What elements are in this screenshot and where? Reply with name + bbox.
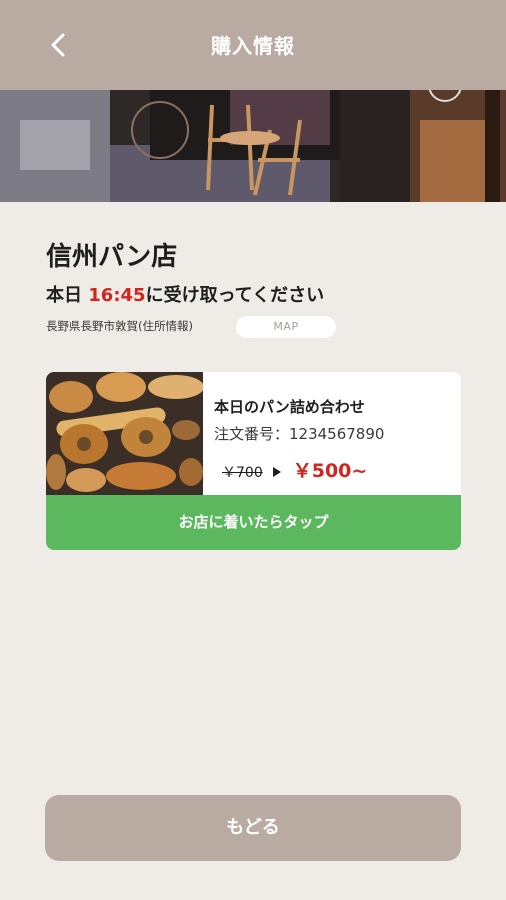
shop-name: 信州パン店 xyxy=(46,242,178,272)
shop-photo xyxy=(0,90,506,202)
pickup-time-text: 本日 16:45に受け取ってください xyxy=(46,281,324,307)
page-title: 購入情報 xyxy=(211,34,295,58)
play-arrow-icon xyxy=(272,467,281,477)
order-info: 本日のパン詰め合わせ 注文番号：1234567890 ￥700 ￥500~ xyxy=(214,396,384,483)
discount-price: ￥500~ xyxy=(292,460,368,482)
order-number: 注文番号：1234567890 xyxy=(214,425,385,443)
shop-address: 長野県長野市敦賀(住所情報) xyxy=(46,319,193,333)
pickup-prefix: 本日 xyxy=(46,285,89,306)
product-name: 本日のパン詰め合わせ xyxy=(214,398,365,416)
pickup-suffix: に受け取ってください xyxy=(145,285,325,306)
map-button[interactable]: MAP xyxy=(236,316,336,338)
app-header: 購入情報 xyxy=(0,0,506,90)
order-card: 本日のパン詰め合わせ 注文番号：1234567890 ￥700 ￥500~ お店… xyxy=(46,372,461,550)
arrived-at-shop-button[interactable]: お店に着いたらタップ xyxy=(46,495,461,550)
pickup-time: 16:45 xyxy=(88,285,146,306)
price-row: ￥700 ￥500~ xyxy=(214,456,384,483)
go-back-button[interactable]: もどる xyxy=(45,795,461,861)
original-price: ￥700 xyxy=(222,465,263,481)
bread-photo xyxy=(46,372,203,495)
